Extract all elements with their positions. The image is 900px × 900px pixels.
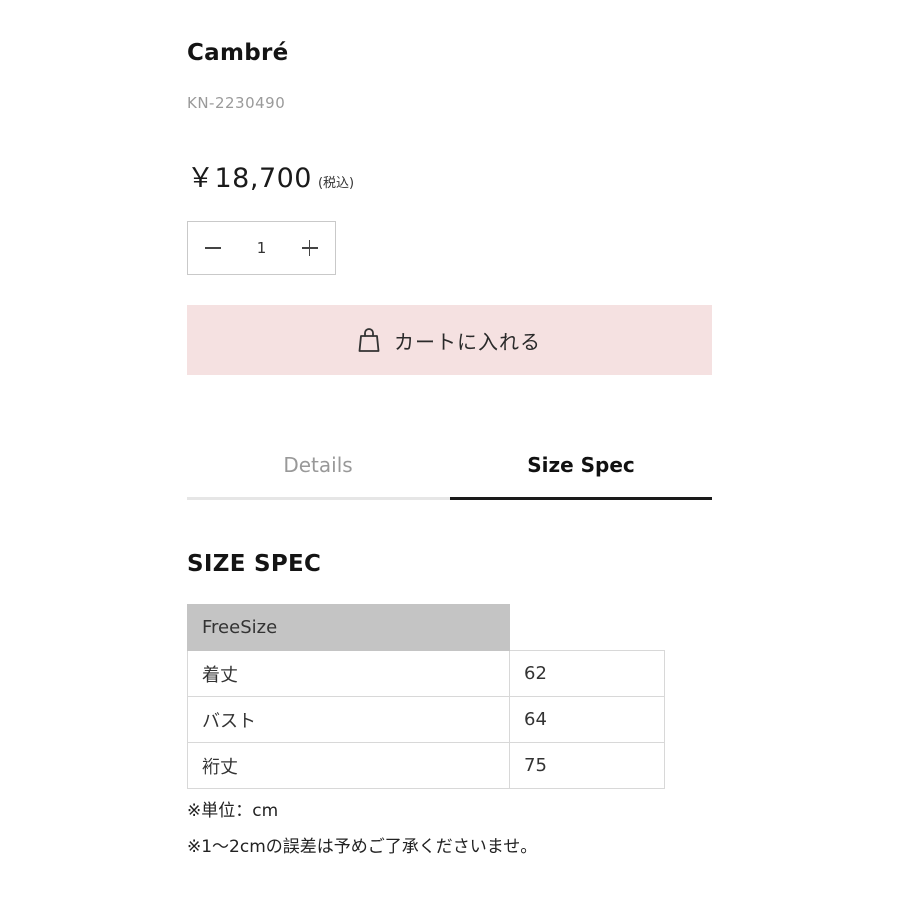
table-row: 裄丈 75 xyxy=(187,742,665,789)
tab-size-spec[interactable]: Size Spec xyxy=(450,440,712,498)
row-value: 75 xyxy=(509,742,665,789)
quantity-value: 1 xyxy=(256,239,267,257)
table-row: 着丈 62 xyxy=(187,650,665,697)
table-header-empty xyxy=(509,604,665,651)
table-row: バスト 64 xyxy=(187,696,665,743)
plus-icon[interactable] xyxy=(301,239,319,257)
tab-details[interactable]: Details xyxy=(187,440,449,498)
quantity-stepper: 1 xyxy=(187,221,336,275)
product-price: ￥18,700 xyxy=(187,163,312,194)
product-page: Cambré KN-2230490 ￥18,700 (税込) 1 カートに入れる… xyxy=(0,0,900,900)
row-label: バスト xyxy=(187,696,510,743)
tax-note: (税込) xyxy=(317,176,355,191)
size-spec-title: SIZE SPEC xyxy=(187,551,322,577)
active-tab-indicator xyxy=(450,497,712,500)
size-spec-table: FreeSize 着丈 62 バスト 64 裄丈 75 xyxy=(187,604,665,789)
add-to-cart-button[interactable]: カートに入れる xyxy=(187,305,712,375)
row-value: 62 xyxy=(509,650,665,697)
product-code: KN-2230490 xyxy=(187,94,286,112)
price-row: ￥18,700 (税込) xyxy=(187,156,354,195)
table-header-freesize: FreeSize xyxy=(187,604,510,651)
product-tabs: Details Size Spec xyxy=(187,440,712,502)
row-value: 64 xyxy=(509,696,665,743)
product-name: Cambré xyxy=(187,40,289,66)
add-to-cart-label: カートに入れる xyxy=(394,329,541,354)
table-header-row: FreeSize xyxy=(187,604,665,651)
shopping-bag-icon xyxy=(358,327,380,353)
tolerance-note: ※1〜2cmの誤差は予めご了承くださいませ。 xyxy=(187,837,538,857)
row-label: 着丈 xyxy=(187,650,510,697)
minus-icon[interactable] xyxy=(204,239,222,257)
row-label: 裄丈 xyxy=(187,742,510,789)
unit-note: ※単位：cm xyxy=(187,801,279,821)
